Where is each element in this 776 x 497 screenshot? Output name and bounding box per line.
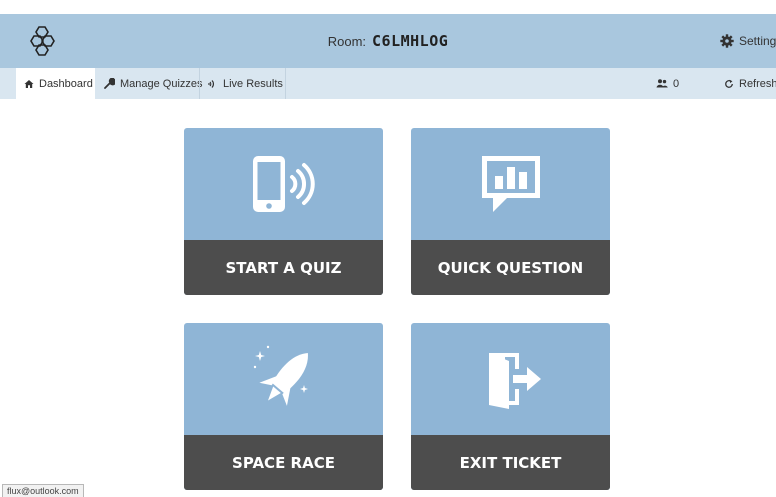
tab-manage-quizzes[interactable]: Manage Quizzes bbox=[96, 68, 203, 99]
nav-divider bbox=[285, 68, 286, 99]
refresh-label: Refresh bbox=[739, 77, 776, 90]
tab-dashboard-label: Dashboard bbox=[39, 77, 93, 90]
exit-ticket-tile[interactable]: EXIT TICKET bbox=[411, 323, 610, 490]
start-quiz-tile[interactable]: START A QUIZ bbox=[184, 128, 383, 295]
exit-ticket-label: EXIT TICKET bbox=[411, 435, 610, 490]
home-icon bbox=[24, 79, 34, 89]
users-icon bbox=[656, 79, 668, 88]
rocket-icon bbox=[253, 345, 308, 406]
space-race-tile[interactable]: SPACE RACE bbox=[184, 323, 383, 490]
tab-live-results[interactable]: Live Results bbox=[200, 68, 285, 99]
exit-door-icon bbox=[488, 353, 541, 409]
room-code: C6LMHLOG bbox=[372, 32, 449, 50]
tab-manage-quizzes-label: Manage Quizzes bbox=[120, 77, 203, 90]
quick-question-tile[interactable]: QUICK QUESTION bbox=[411, 128, 610, 295]
gear-icon bbox=[720, 34, 734, 48]
nav-bar: Dashboard Manage Quizzes Live Results 0 … bbox=[0, 68, 776, 99]
space-race-label: SPACE RACE bbox=[184, 435, 383, 490]
refresh-icon bbox=[724, 79, 734, 89]
phone-signal-icon bbox=[252, 156, 315, 212]
refresh-button[interactable]: Refresh bbox=[716, 68, 776, 99]
student-count: 0 bbox=[648, 68, 686, 99]
quick-question-label: QUICK QUESTION bbox=[411, 240, 610, 295]
chat-chart-icon bbox=[481, 156, 540, 212]
settings-label: Setting bbox=[739, 34, 776, 48]
student-count-value: 0 bbox=[673, 77, 680, 90]
settings-button[interactable]: Setting bbox=[720, 14, 776, 68]
room-label: Room: bbox=[327, 33, 367, 49]
top-header: Room: C6LMHLOG Setting bbox=[0, 14, 776, 68]
tab-dashboard[interactable]: Dashboard bbox=[16, 68, 95, 99]
wrench-icon bbox=[104, 78, 115, 89]
tab-live-results-label: Live Results bbox=[223, 77, 283, 90]
signal-icon bbox=[208, 79, 218, 89]
room-indicator: Room: C6LMHLOG bbox=[0, 14, 776, 68]
start-quiz-label: START A QUIZ bbox=[184, 240, 383, 295]
